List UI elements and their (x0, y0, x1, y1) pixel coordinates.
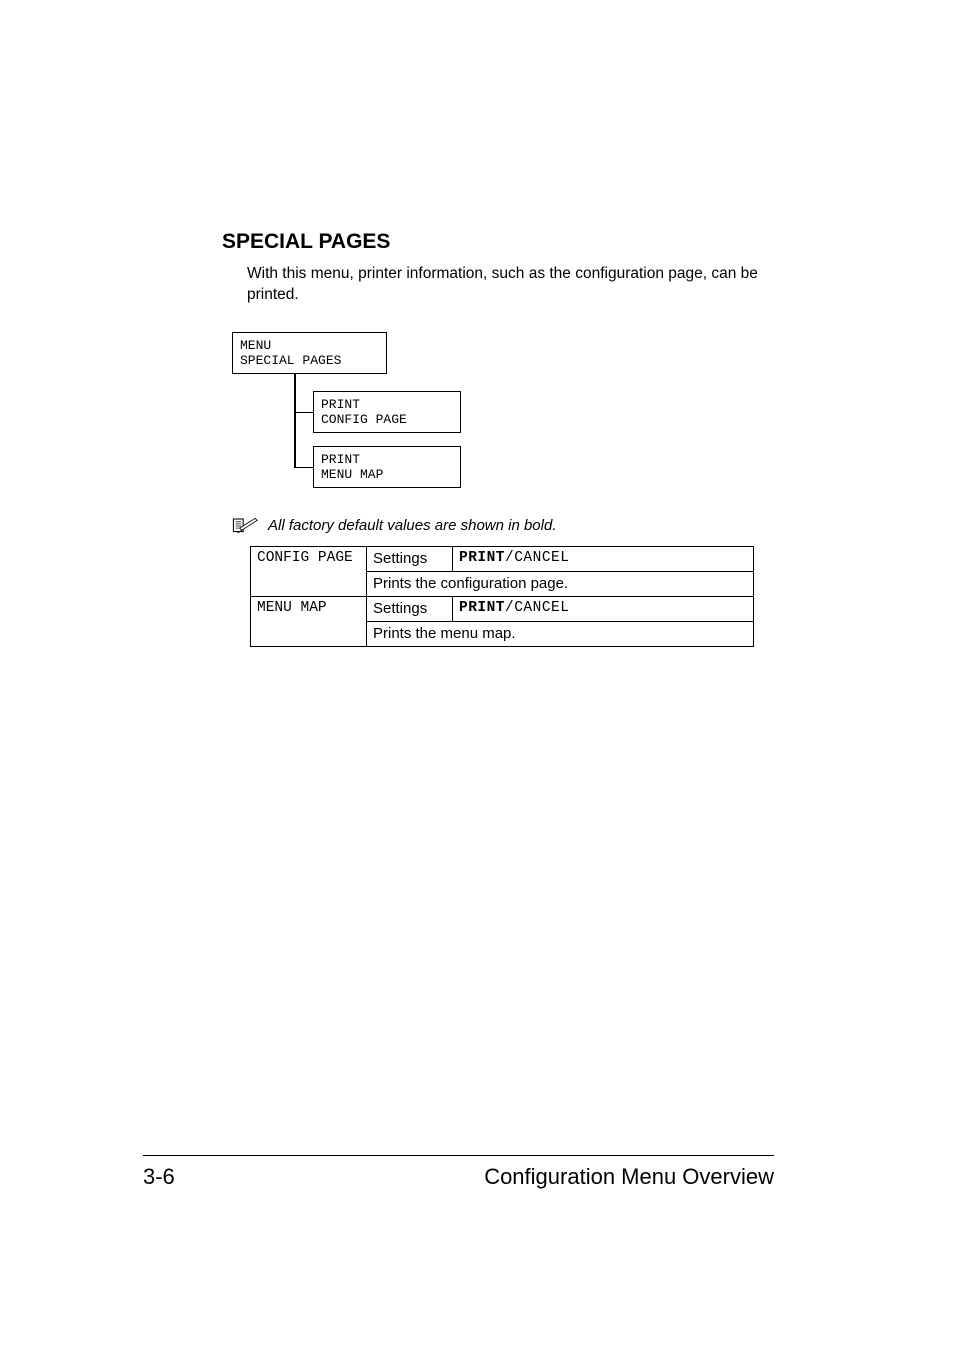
cell-settings-label: Settings (367, 596, 453, 621)
tree-connector (294, 467, 313, 469)
cell-name-config-page: CONFIG PAGE (251, 546, 367, 596)
menu-tree-diagram: MENU SPECIAL PAGES PRINT CONFIG PAGE PRI… (232, 332, 774, 492)
value-plain: CANCEL (514, 600, 569, 616)
intro-paragraph: With this menu, printer information, suc… (247, 264, 774, 306)
page-body: SPECIAL PAGES With this menu, printer in… (0, 0, 954, 1350)
tree-connector (294, 374, 296, 467)
table-row: MENU MAP Settings PRINT/CANCEL (251, 596, 754, 621)
cell-description: Prints the menu map. (367, 621, 754, 646)
tree-child2-line2: MENU MAP (321, 467, 453, 483)
page-number: 3-6 (143, 1164, 175, 1190)
cell-settings-values: PRINT/CANCEL (453, 596, 754, 621)
cell-description: Prints the configuration page. (367, 571, 754, 596)
cell-settings-label: Settings (367, 546, 453, 571)
cell-name-menu-map: MENU MAP (251, 596, 367, 646)
note-row: All factory default values are shown in … (232, 516, 774, 536)
value-sep: / (505, 600, 514, 616)
section-title-footer: Configuration Menu Overview (484, 1164, 774, 1190)
tree-connector (294, 412, 313, 414)
settings-table: CONFIG PAGE Settings PRINT/CANCEL Prints… (250, 546, 754, 647)
note-text: All factory default values are shown in … (268, 517, 557, 534)
value-bold: PRINT (459, 550, 505, 566)
page-footer: 3-6 Configuration Menu Overview (143, 1155, 774, 1190)
tree-child2-line1: PRINT (321, 452, 453, 468)
tree-child1-line1: PRINT (321, 397, 453, 413)
tree-child-config-page: PRINT CONFIG PAGE (313, 391, 461, 433)
section-heading: SPECIAL PAGES (222, 230, 774, 254)
value-sep: / (505, 550, 514, 566)
settings-table-wrap: CONFIG PAGE Settings PRINT/CANCEL Prints… (250, 546, 774, 647)
value-bold: PRINT (459, 600, 505, 616)
tree-child-menu-map: PRINT MENU MAP (313, 446, 461, 488)
table-row: CONFIG PAGE Settings PRINT/CANCEL (251, 546, 754, 571)
cell-settings-values: PRINT/CANCEL (453, 546, 754, 571)
tree-root-line2: SPECIAL PAGES (240, 353, 379, 369)
value-plain: CANCEL (514, 550, 569, 566)
tree-root-box: MENU SPECIAL PAGES (232, 332, 387, 374)
tree-root-line1: MENU (240, 338, 379, 354)
note-icon (232, 516, 260, 536)
tree-child1-line2: CONFIG PAGE (321, 412, 453, 428)
